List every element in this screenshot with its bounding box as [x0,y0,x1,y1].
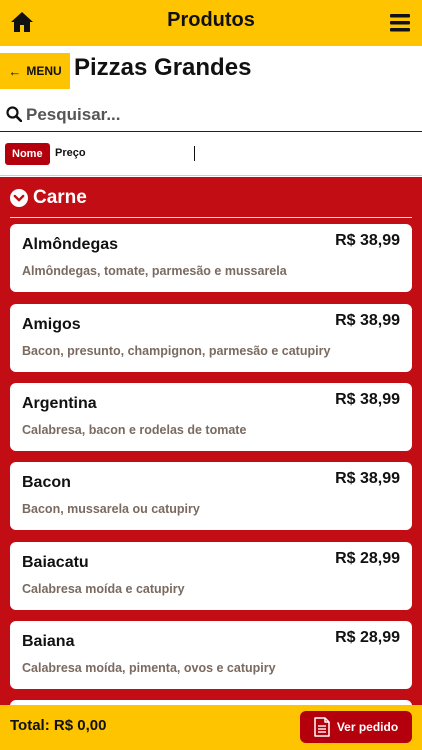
product-price: R$ 38,99 [335,232,400,249]
product-name: Bacon [22,474,71,491]
product-description: Calabresa moída e catupiry [22,582,185,596]
page-title: Pizzas Grandes [74,54,252,81]
search-bar [0,99,422,132]
menu-back-button[interactable]: ← MENU [0,53,70,89]
product-card[interactable]: Baiacatu R$ 28,99 Calabresa moída e catu… [10,542,412,610]
view-order-label: Ver pedido [336,720,399,734]
text-cursor [194,146,195,161]
product-name: Argentina [22,395,97,412]
search-input[interactable] [26,102,406,128]
product-description: Bacon, mussarela ou catupiry [22,502,200,516]
product-card[interactable]: Argentina R$ 38,99 Calabresa, bacon e ro… [10,383,412,451]
category-header[interactable]: Carne [10,187,87,209]
product-price: R$ 28,99 [335,550,400,567]
category-name: Carne [33,187,87,208]
view-order-button[interactable]: Ver pedido [300,711,412,743]
product-name: Baiana [22,633,75,650]
sort-bar: Nome Preço [0,132,422,176]
product-card[interactable]: Baiana R$ 28,99 Calabresa moída, pimenta… [10,621,412,689]
footer-bar: Total: R$ 0,00 Ver pedido [0,705,422,750]
chevron-down-circle-icon [10,189,28,207]
menu-button-label: MENU [26,64,62,78]
product-price: R$ 38,99 [335,391,400,408]
document-icon [314,717,330,737]
product-description: Bacon, presunto, champignon, parmesão e … [22,344,331,358]
page-header-title: Produtos [167,9,255,31]
search-icon [6,106,22,122]
hamburger-menu-icon[interactable] [390,14,410,32]
product-price: R$ 38,99 [335,312,400,329]
product-price: R$ 28,99 [335,629,400,646]
category-divider [10,217,412,218]
top-bar: Produtos [0,0,422,46]
product-name: Almôndegas [22,236,119,253]
sort-by-price-button[interactable]: Preço [55,147,86,159]
product-list: Carne Almôndegas R$ 38,99 Almôndegas, to… [0,177,422,705]
arrow-left-icon: ← [8,63,22,79]
product-card[interactable]: Almôndegas R$ 38,99 Almôndegas, tomate, … [10,224,412,292]
product-description: Almôndegas, tomate, parmesão e mussarela [22,264,287,278]
product-price: R$ 38,99 [335,470,400,487]
product-name: Amigos [22,316,81,333]
product-card[interactable]: Bacon R$ 38,99 Bacon, mussarela ou catup… [10,462,412,530]
product-description: Calabresa moída, pimenta, ovos e catupir… [22,661,276,675]
product-description: Calabresa, bacon e rodelas de tomate [22,423,247,437]
order-total: Total: R$ 0,00 [10,717,107,734]
product-name: Baiacatu [22,554,89,571]
sort-by-name-button[interactable]: Nome [5,143,50,165]
product-card[interactable]: Amigos R$ 38,99 Bacon, presunto, champig… [10,304,412,372]
sub-header: ← MENU Pizzas Grandes [0,46,422,96]
